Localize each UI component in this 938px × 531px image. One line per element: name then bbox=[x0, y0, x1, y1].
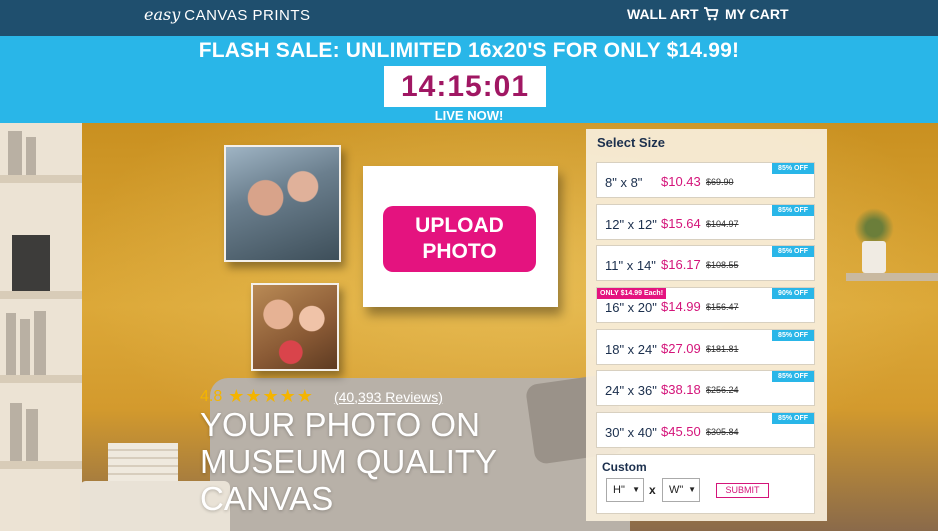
size-option-11x14[interactable]: 11" x 14" $16.17 $108.55 85% OFF bbox=[596, 245, 815, 281]
size-old-price: $181.81 bbox=[706, 344, 739, 354]
headline-line: YOUR PHOTO ON bbox=[200, 406, 480, 443]
hero-headline: YOUR PHOTO ON MUSEUM QUALITY CANVAS bbox=[200, 406, 540, 517]
size-option-16x20[interactable]: ONLY $14.99 Each! 16" x 20" $14.99 $156.… bbox=[596, 287, 815, 323]
custom-size-title: Custom bbox=[602, 460, 647, 474]
headline-line: MUSEUM QUALITY bbox=[200, 443, 498, 480]
custom-height-select[interactable]: H" ▼ bbox=[606, 478, 644, 502]
size-price: $15.64 bbox=[661, 216, 701, 231]
size-option-8x8[interactable]: 8" x 8" $10.43 $69.90 85% OFF bbox=[596, 162, 815, 198]
size-dimension: 24" x 36" bbox=[605, 383, 657, 398]
size-price: $27.09 bbox=[661, 341, 701, 356]
size-dimension: 8" x 8" bbox=[605, 175, 643, 190]
discount-badge: 90% OFF bbox=[772, 288, 814, 299]
size-price: $45.50 bbox=[661, 424, 701, 439]
logo-easy: easy bbox=[144, 5, 181, 24]
size-dimension: 12" x 12" bbox=[605, 217, 657, 232]
rating-score: 4.8 bbox=[200, 387, 223, 405]
size-dimension: 30" x 40" bbox=[605, 425, 657, 440]
upload-photo-button[interactable]: UPLOAD PHOTO bbox=[383, 206, 536, 272]
chevron-down-icon: ▼ bbox=[688, 485, 696, 494]
upload-canvas: UPLOAD PHOTO bbox=[363, 166, 558, 307]
size-old-price: $108.55 bbox=[706, 260, 739, 270]
upload-label-line1: UPLOAD bbox=[415, 214, 504, 237]
sample-canvas-father-child bbox=[224, 145, 341, 262]
plant-pot bbox=[862, 241, 886, 273]
wall-shelf-right bbox=[846, 273, 938, 281]
cart-label: MY CART bbox=[725, 6, 789, 22]
countdown-timer: 14:15:01 bbox=[384, 66, 546, 107]
custom-times-sign: x bbox=[649, 483, 656, 497]
chevron-down-icon: ▼ bbox=[632, 485, 640, 494]
size-dimension: 18" x 24" bbox=[605, 342, 657, 357]
size-price: $10.43 bbox=[661, 174, 701, 189]
reviews-link[interactable]: (40,393 Reviews) bbox=[334, 389, 443, 405]
top-nav: easy CANVAS PRINTS WALL ART MY CART bbox=[0, 0, 938, 36]
size-price: $14.99 bbox=[661, 299, 701, 314]
book-stack bbox=[108, 443, 178, 481]
size-option-24x36[interactable]: 24" x 36" $38.18 $256.24 85% OFF bbox=[596, 370, 815, 406]
size-option-30x40[interactable]: 30" x 40" $45.50 $305.84 85% OFF bbox=[596, 412, 815, 448]
custom-size-box: Custom H" ▼ x W" ▼ SUBMIT bbox=[596, 454, 815, 514]
upload-label-line2: PHOTO bbox=[422, 240, 497, 263]
size-old-price: $256.24 bbox=[706, 385, 739, 395]
height-select-value: H" bbox=[613, 484, 625, 496]
live-now-label: LIVE NOW! bbox=[434, 108, 504, 123]
headline-line: CANVAS bbox=[200, 480, 334, 517]
discount-badge: 85% OFF bbox=[772, 413, 814, 424]
flash-sale-title: FLASH SALE: UNLIMITED 16x20'S FOR ONLY $… bbox=[198, 39, 740, 62]
size-price: $38.18 bbox=[661, 382, 701, 397]
width-select-value: W" bbox=[669, 484, 684, 496]
select-size-title: Select Size bbox=[597, 135, 665, 150]
size-option-12x12[interactable]: 12" x 12" $15.64 $104.97 85% OFF bbox=[596, 204, 815, 240]
discount-badge: 85% OFF bbox=[772, 205, 814, 216]
star-rating-icon: ★★★★★ bbox=[228, 386, 314, 406]
nav-cart-link[interactable]: MY CART bbox=[703, 6, 789, 22]
custom-submit-button[interactable]: SUBMIT bbox=[716, 483, 769, 498]
discount-badge: 85% OFF bbox=[772, 371, 814, 382]
size-old-price: $104.97 bbox=[706, 219, 739, 229]
flash-sale-banner: FLASH SALE: UNLIMITED 16x20'S FOR ONLY $… bbox=[0, 36, 938, 123]
size-panel: Select Size 8" x 8" $10.43 $69.90 85% OF… bbox=[586, 129, 827, 521]
bookshelf-left bbox=[0, 123, 82, 531]
custom-width-select[interactable]: W" ▼ bbox=[662, 478, 700, 502]
cart-icon bbox=[704, 7, 719, 21]
size-option-18x24[interactable]: 18" x 24" $27.09 $181.81 85% OFF bbox=[596, 329, 815, 365]
discount-badge: 85% OFF bbox=[772, 330, 814, 341]
sample-canvas-mother-child bbox=[251, 283, 339, 371]
nav-wall-art-link[interactable]: WALL ART bbox=[627, 6, 699, 22]
discount-badge: 85% OFF bbox=[772, 246, 814, 257]
promo-badge: ONLY $14.99 Each! bbox=[597, 288, 667, 299]
logo-brand: CANVAS PRINTS bbox=[184, 7, 311, 24]
logo[interactable]: easy CANVAS PRINTS bbox=[144, 5, 311, 24]
discount-badge: 85% OFF bbox=[772, 163, 814, 174]
size-dimension: 16" x 20" bbox=[605, 300, 657, 315]
size-old-price: $156.47 bbox=[706, 302, 739, 312]
size-old-price: $305.84 bbox=[706, 427, 739, 437]
size-price: $16.17 bbox=[661, 257, 701, 272]
size-dimension: 11" x 14" bbox=[605, 258, 656, 273]
rating: 4.8 ★★★★★ (40,393 Reviews) bbox=[200, 386, 443, 407]
size-old-price: $69.90 bbox=[706, 177, 734, 187]
